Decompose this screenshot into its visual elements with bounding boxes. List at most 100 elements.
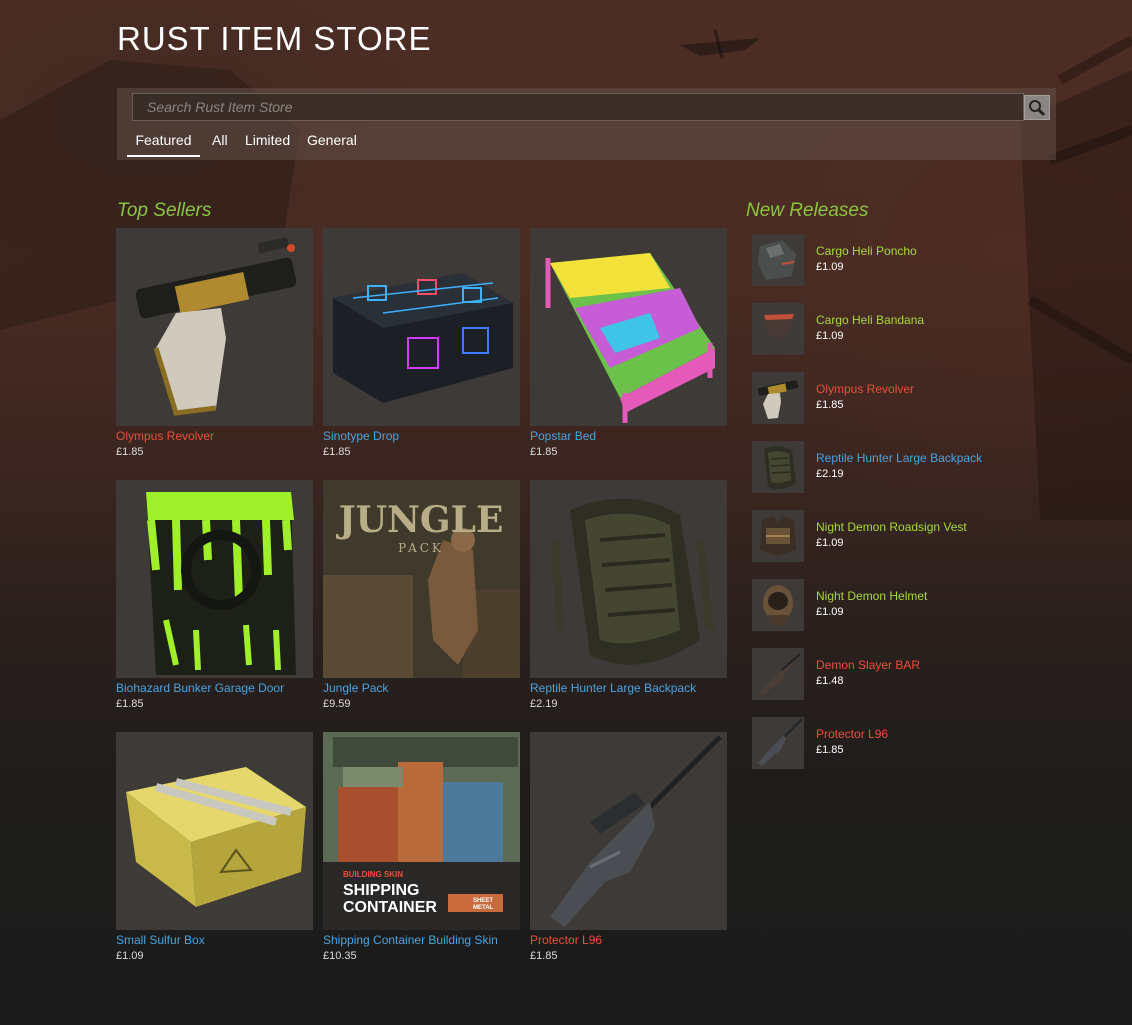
bed-icon bbox=[545, 253, 715, 423]
tab-featured[interactable]: Featured bbox=[127, 130, 200, 157]
new-release-row[interactable]: Night Demon Helmet £1.09 bbox=[747, 577, 1039, 636]
item-card[interactable]: Popstar Bed £1.85 bbox=[530, 228, 728, 459]
item-name[interactable]: Popstar Bed bbox=[530, 429, 728, 443]
item-thumbnail[interactable] bbox=[752, 303, 804, 355]
item-image[interactable]: JUNGLE PACK bbox=[323, 480, 520, 678]
item-image[interactable] bbox=[323, 228, 520, 426]
item-price: £2.19 bbox=[816, 468, 844, 480]
new-release-row[interactable]: Protector L96 £1.85 bbox=[747, 715, 1039, 774]
item-card[interactable]: Sinotype Drop £1.85 bbox=[323, 228, 521, 459]
search-button[interactable] bbox=[1024, 95, 1050, 120]
item-name[interactable]: Cargo Heli Poncho bbox=[816, 244, 917, 258]
item-name[interactable]: Cargo Heli Bandana bbox=[816, 313, 924, 327]
item-image[interactable] bbox=[530, 228, 727, 426]
item-thumbnail[interactable] bbox=[752, 372, 804, 424]
item-card[interactable]: BUILDING SKIN SHIPPING CONTAINER SHEET M… bbox=[323, 732, 521, 963]
item-thumbnail[interactable] bbox=[752, 579, 804, 631]
item-name[interactable]: Protector L96 bbox=[816, 727, 888, 741]
item-name[interactable]: Night Demon Roadsign Vest bbox=[816, 520, 967, 534]
item-image[interactable] bbox=[116, 732, 313, 930]
building-icon: BUILDING SKIN SHIPPING CONTAINER SHEET M… bbox=[323, 732, 520, 930]
item-thumbnail[interactable] bbox=[752, 234, 804, 286]
item-name[interactable]: Small Sulfur Box bbox=[116, 933, 314, 947]
svg-text:SHIPPING: SHIPPING bbox=[343, 882, 419, 899]
item-card[interactable]: Small Sulfur Box £1.09 bbox=[116, 732, 314, 963]
svg-text:SHEET: SHEET bbox=[473, 898, 493, 904]
item-price: £1.85 bbox=[116, 446, 144, 458]
new-release-row[interactable]: Cargo Heli Poncho £1.09 bbox=[747, 232, 1039, 291]
rifle-icon bbox=[758, 718, 803, 766]
item-image[interactable] bbox=[530, 480, 727, 678]
item-price: £1.48 bbox=[816, 675, 844, 687]
backpack-icon bbox=[764, 446, 796, 490]
item-price: £1.09 bbox=[816, 261, 844, 273]
item-price: £1.09 bbox=[816, 606, 844, 618]
backpack-icon bbox=[551, 498, 714, 665]
item-thumbnail[interactable] bbox=[752, 648, 804, 700]
crate-icon bbox=[333, 273, 513, 403]
item-card[interactable]: Biohazard Bunker Garage Door £1.85 bbox=[116, 480, 314, 711]
svg-text:METAL: METAL bbox=[473, 905, 494, 911]
item-thumbnail[interactable] bbox=[752, 441, 804, 493]
item-image[interactable] bbox=[116, 480, 313, 678]
item-image[interactable] bbox=[116, 228, 313, 426]
svg-text:BUILDING SKIN: BUILDING SKIN bbox=[343, 870, 403, 879]
new-release-row[interactable]: Night Demon Roadsign Vest £1.09 bbox=[747, 508, 1039, 567]
item-price: £9.59 bbox=[323, 698, 351, 710]
box-icon bbox=[126, 767, 306, 907]
item-name[interactable]: Sinotype Drop bbox=[323, 429, 521, 443]
vest-icon bbox=[760, 516, 796, 556]
item-name[interactable]: Protector L96 bbox=[530, 933, 728, 947]
item-name[interactable]: Reptile Hunter Large Backpack bbox=[530, 681, 728, 695]
svg-text:JUNGLE: JUNGLE bbox=[336, 499, 504, 541]
item-thumbnail[interactable] bbox=[752, 717, 804, 769]
search-input[interactable]: Search Rust Item Store bbox=[132, 93, 1024, 121]
item-name[interactable]: Demon Slayer BAR bbox=[816, 658, 920, 672]
item-price: £1.09 bbox=[816, 330, 844, 342]
svg-text:CONTAINER: CONTAINER bbox=[343, 899, 437, 916]
tab-general[interactable]: General bbox=[307, 130, 357, 157]
new-release-row[interactable]: Demon Slayer BAR £1.48 bbox=[747, 646, 1039, 705]
item-price: £1.85 bbox=[530, 950, 558, 962]
item-price: £1.85 bbox=[530, 446, 558, 458]
search-panel: Search Rust Item Store Featured All Limi… bbox=[117, 88, 1056, 160]
item-name[interactable]: Reptile Hunter Large Backpack bbox=[816, 451, 982, 465]
item-price: £1.85 bbox=[116, 698, 144, 710]
new-release-row[interactable]: Cargo Heli Bandana £1.09 bbox=[747, 301, 1039, 360]
item-name[interactable]: Jungle Pack bbox=[323, 681, 521, 695]
item-price: £1.85 bbox=[816, 399, 844, 411]
item-card[interactable]: Olympus Revolver £1.85 bbox=[116, 228, 314, 459]
item-card[interactable]: Protector L96 £1.85 bbox=[530, 732, 728, 963]
new-release-row[interactable]: Reptile Hunter Large Backpack £2.19 bbox=[747, 439, 1039, 498]
item-price: £10.35 bbox=[323, 950, 357, 962]
bandana-icon bbox=[762, 313, 796, 339]
helmet-icon bbox=[763, 585, 793, 625]
item-price: £2.19 bbox=[530, 698, 558, 710]
item-price: £1.85 bbox=[323, 446, 351, 458]
search-icon bbox=[1029, 100, 1046, 117]
item-image[interactable] bbox=[530, 732, 727, 930]
item-name[interactable]: Olympus Revolver bbox=[116, 429, 314, 443]
new-release-row[interactable]: Olympus Revolver £1.85 bbox=[747, 370, 1039, 429]
item-name[interactable]: Shipping Container Building Skin bbox=[323, 933, 521, 947]
tab-all[interactable]: All bbox=[212, 130, 228, 157]
item-price: £1.09 bbox=[116, 950, 144, 962]
item-card[interactable]: Reptile Hunter Large Backpack £2.19 bbox=[530, 480, 728, 711]
garage-door-icon bbox=[146, 492, 296, 675]
item-name[interactable]: Biohazard Bunker Garage Door bbox=[116, 681, 314, 695]
bundle-icon: JUNGLE PACK bbox=[323, 480, 520, 678]
item-name[interactable]: Night Demon Helmet bbox=[816, 589, 927, 603]
revolver-icon bbox=[135, 237, 297, 416]
item-thumbnail[interactable] bbox=[752, 510, 804, 562]
rifle-icon bbox=[758, 653, 801, 696]
new-releases-heading: New Releases bbox=[746, 200, 869, 221]
rifle-icon bbox=[550, 735, 722, 927]
item-price: £1.85 bbox=[816, 744, 844, 756]
top-sellers-heading: Top Sellers bbox=[117, 200, 212, 221]
page-title: RUST ITEM STORE bbox=[117, 20, 432, 57]
item-name[interactable]: Olympus Revolver bbox=[816, 382, 914, 396]
item-card[interactable]: JUNGLE PACK Jungle Pack £9.59 bbox=[323, 480, 521, 711]
tab-limited[interactable]: Limited bbox=[245, 130, 290, 157]
item-price: £1.09 bbox=[816, 537, 844, 549]
item-image[interactable]: BUILDING SKIN SHIPPING CONTAINER SHEET M… bbox=[323, 732, 520, 930]
